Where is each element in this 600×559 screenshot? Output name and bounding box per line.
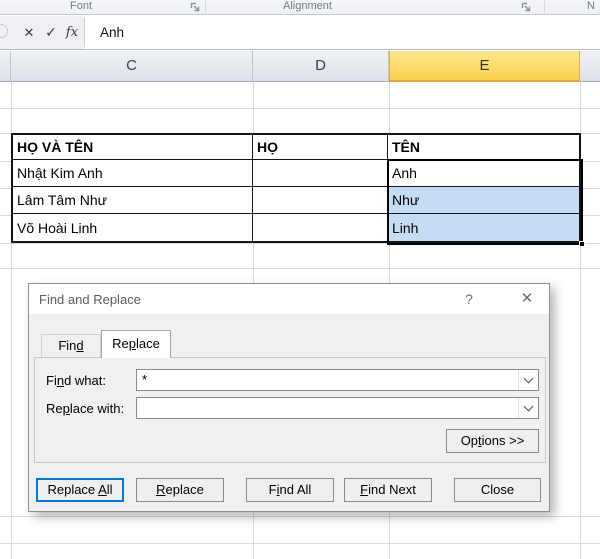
font-dialog-launcher-icon[interactable] [190, 2, 201, 13]
replace-with-combobox[interactable] [136, 397, 539, 419]
formula-bar: ✕ ✓ fx Anh [0, 16, 600, 50]
enter-icon[interactable]: ✓ [42, 16, 60, 49]
formula-bar-value[interactable]: Anh [100, 16, 124, 49]
cell-full-name[interactable]: Lâm Tâm Như [13, 187, 253, 213]
column-header-row: C D E [0, 51, 600, 82]
cell-header-ho-va-ten[interactable]: HỌ VÀ TÊN [13, 135, 253, 159]
ribbon-group-font-label: Font [70, 0, 92, 12]
insert-function-icon[interactable]: fx [63, 16, 81, 49]
close-icon[interactable]: ✕ [515, 288, 539, 310]
cell-ho[interactable] [253, 160, 388, 186]
name-box-edge [0, 24, 8, 38]
close-button[interactable]: Close [454, 478, 541, 502]
find-all-button[interactable]: Find All [246, 478, 334, 502]
gridline [0, 243, 600, 244]
gridline [0, 543, 600, 544]
replace-button[interactable]: Replace [136, 478, 224, 502]
cell-full-name[interactable]: Võ Hoài Linh [13, 214, 253, 241]
ribbon-strip: Font Alignment N [0, 0, 600, 15]
find-what-combobox[interactable]: * [136, 369, 539, 391]
formula-bar-separator [84, 18, 85, 47]
ribbon-group-number-label: N [587, 0, 595, 12]
table-row: Lâm Tâm Như Như [13, 187, 579, 214]
options-button[interactable]: Options >> [446, 429, 539, 453]
dialog-title-bar[interactable]: Find and Replace ? ✕ [29, 284, 549, 314]
formula-input[interactable] [85, 16, 600, 49]
alignment-dialog-launcher-icon[interactable] [521, 2, 532, 13]
cell-ho[interactable] [253, 187, 388, 213]
gridline [0, 268, 600, 269]
chevron-down-icon[interactable] [518, 398, 538, 418]
cancel-icon[interactable]: ✕ [20, 16, 38, 49]
ribbon-group-separator [205, 1, 206, 13]
column-header-c[interactable]: C [11, 51, 253, 82]
replace-all-button[interactable]: Replace All [36, 478, 124, 502]
chevron-down-icon[interactable] [518, 370, 538, 390]
cell-ten-active[interactable]: Anh [388, 160, 579, 186]
name-table: HỌ VÀ TÊN HỌ TÊN Nhật Kim Anh Anh Lâm Tâ… [11, 133, 581, 243]
table-row: Nhật Kim Anh Anh [13, 160, 579, 187]
column-header-e-selected[interactable]: E [389, 51, 580, 82]
cell-ten-selected[interactable]: Linh [388, 214, 579, 241]
find-next-button[interactable]: Find Next [344, 478, 432, 502]
table-header-row: HỌ VÀ TÊN HỌ TÊN [13, 135, 579, 160]
tab-replace[interactable]: Replace [101, 330, 171, 358]
cell-ten-selected[interactable]: Như [388, 187, 579, 213]
find-what-value: * [142, 372, 147, 387]
cell-header-ten[interactable]: TÊN [388, 135, 579, 159]
ribbon-group-alignment-label: Alignment [283, 0, 332, 12]
find-what-label: Find what: [46, 373, 106, 388]
column-header-d[interactable]: D [253, 51, 389, 82]
dialog-title: Find and Replace [39, 292, 141, 307]
fill-handle[interactable] [579, 241, 585, 247]
column-header-b-sliver[interactable] [0, 51, 11, 82]
gridline [0, 108, 600, 109]
table-row: Võ Hoài Linh Linh [13, 214, 579, 241]
cell-full-name[interactable]: Nhật Kim Anh [13, 160, 253, 186]
cell-ho[interactable] [253, 214, 388, 241]
find-replace-dialog: Find and Replace ? ✕ Find Replace Find w… [28, 283, 550, 512]
cell-header-ho[interactable]: HỌ [253, 135, 388, 159]
replace-with-label: Replace with: [46, 401, 124, 416]
tab-find[interactable]: Find [41, 334, 101, 357]
help-icon[interactable]: ? [457, 288, 481, 310]
ribbon-group-separator [544, 1, 545, 13]
excel-window: Font Alignment N ✕ ✓ fx Anh [0, 0, 600, 559]
gridline [0, 516, 600, 517]
column-header-f-sliver[interactable] [580, 51, 600, 82]
